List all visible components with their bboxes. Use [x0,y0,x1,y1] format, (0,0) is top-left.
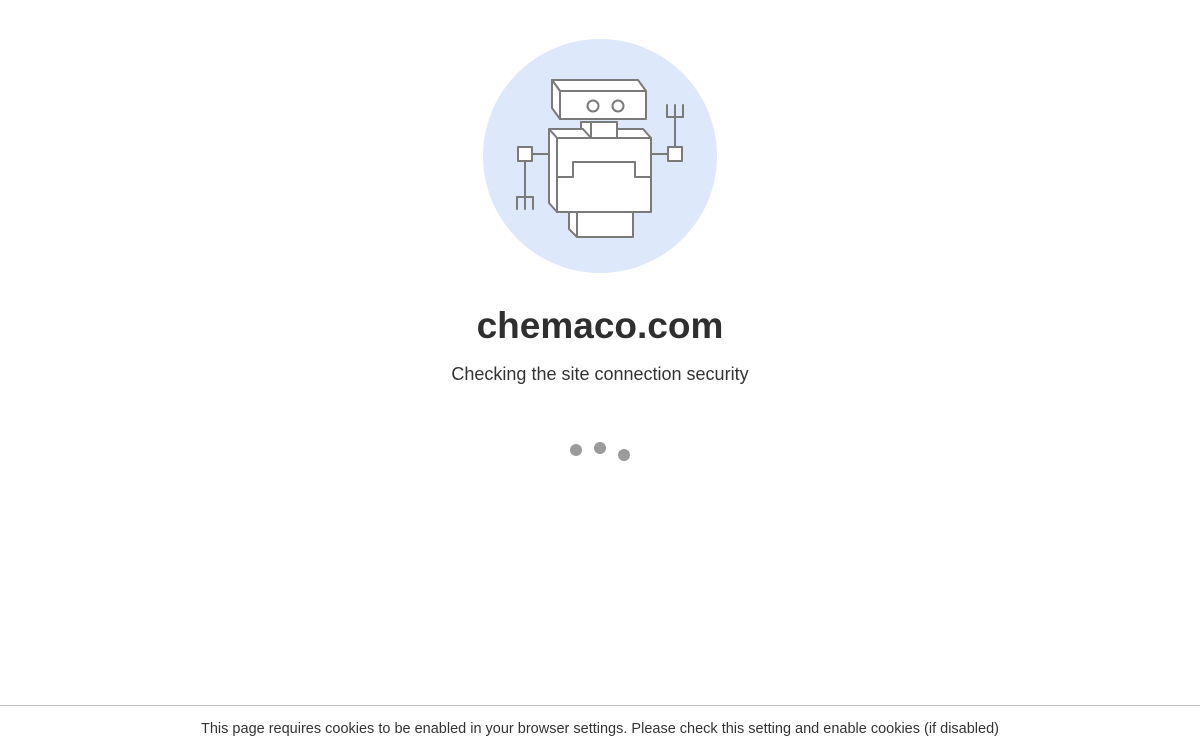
robot-icon [516,79,684,238]
domain-title: chemaco.com [476,305,724,346]
robot-illustration [483,39,717,273]
loading-dot [570,444,582,456]
cookie-footer: This page requires cookies to be enabled… [0,705,1200,750]
loading-dot [618,449,630,461]
loading-dot [594,442,606,454]
cookie-notice: This page requires cookies to be enabled… [201,721,999,737]
status-message: Checking the site connection security [451,364,749,384]
security-check-page: chemaco.com Checking the site connection… [0,0,1200,750]
loading-dots [566,440,636,464]
